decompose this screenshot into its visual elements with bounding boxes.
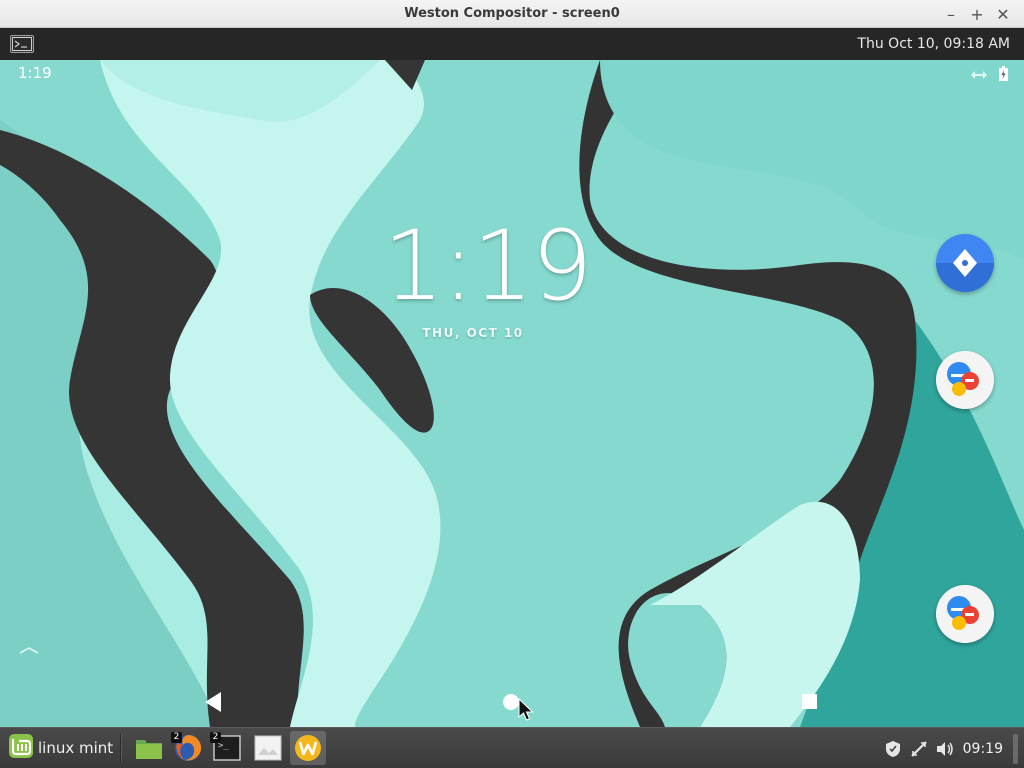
back-button[interactable] — [203, 691, 223, 713]
terminal-launcher-icon[interactable] — [10, 35, 34, 53]
weston-panel: Thu Oct 10, 09:18 AM — [0, 28, 1024, 60]
weston-clock: Thu Oct 10, 09:18 AM — [857, 36, 1010, 52]
lockscreen-date: THU, OCT 10 — [422, 326, 524, 340]
android-lockscreen[interactable]: 1:19 1:19 THU, OCT 10 — [0, 60, 1024, 727]
mouse-pointer-icon — [518, 697, 536, 722]
volume-icon[interactable] — [935, 739, 955, 759]
taskbar-separator — [120, 734, 122, 762]
close-button[interactable]: ✕ — [990, 1, 1016, 27]
maximize-button[interactable]: + — [964, 1, 990, 27]
home-button[interactable] — [503, 694, 519, 710]
data-transfer-icon — [969, 66, 989, 85]
lockscreen-clock: 1:19 — [383, 210, 593, 322]
firefox-icon[interactable]: 2 — [170, 731, 206, 765]
window-count-badge: 2 — [171, 732, 182, 743]
messaging-app-icon[interactable] — [936, 351, 994, 409]
window-title: Weston Compositor - screen0 — [404, 6, 620, 21]
show-desktop-button[interactable] — [1013, 733, 1018, 764]
messaging-app-icon[interactable] — [936, 585, 994, 643]
taskbar-clock[interactable]: 09:19 — [963, 741, 1003, 757]
mint-menu-button[interactable]: linux mint — [4, 733, 117, 763]
window-controls: – + ✕ — [938, 0, 1016, 28]
host-window-titlebar: Weston Compositor - screen0 – + ✕ — [0, 0, 1024, 28]
shield-icon[interactable] — [883, 739, 903, 759]
status-bar-time: 1:19 — [18, 64, 52, 82]
system-tray: 09:19 — [883, 728, 1018, 768]
recents-button[interactable] — [802, 694, 817, 709]
window-count-badge: 2 — [210, 732, 221, 743]
terminal-icon[interactable]: >_ 2 — [209, 731, 245, 765]
navigation-app-icon[interactable] — [936, 234, 994, 292]
weston-app-icon[interactable] — [290, 731, 326, 765]
file-manager-icon[interactable] — [131, 731, 167, 765]
taskbar: linux mint 2 >_ 2 09:19 — [0, 727, 1024, 768]
linux-mint-logo-icon — [8, 733, 34, 763]
battery-icon — [999, 66, 1008, 85]
image-viewer-icon[interactable] — [250, 731, 286, 765]
network-icon[interactable] — [909, 739, 929, 759]
menu-label: linux mint — [38, 739, 114, 757]
status-bar-icons — [969, 66, 1008, 85]
minimize-button[interactable]: – — [938, 1, 964, 27]
wallpaper — [0, 60, 1024, 727]
chevron-up-icon[interactable] — [18, 640, 40, 654]
